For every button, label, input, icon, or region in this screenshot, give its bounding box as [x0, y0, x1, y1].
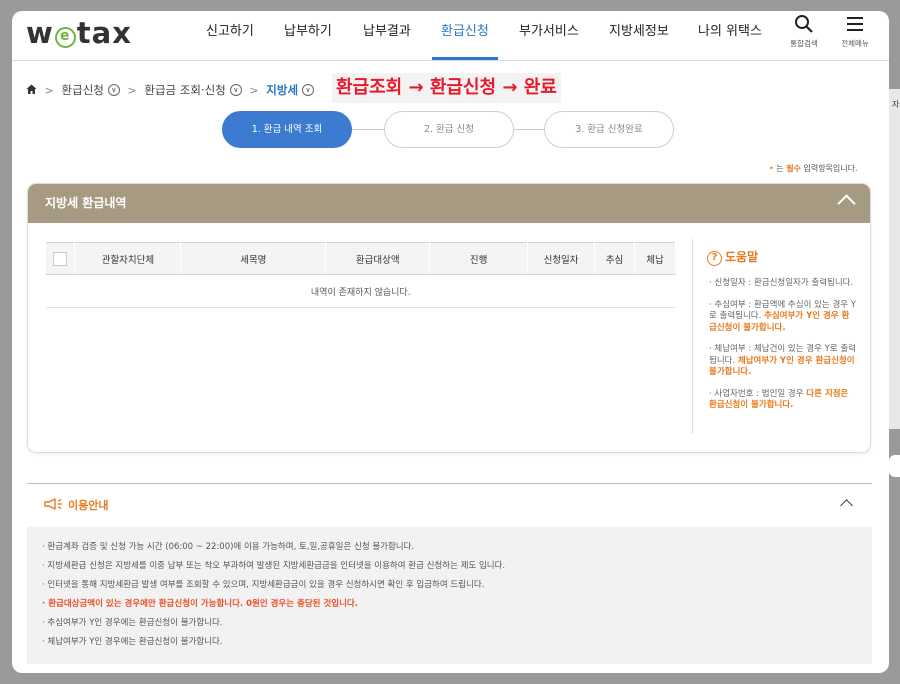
- refund-table: 관할자치단체 세목명 환급대상액 진행 신청일자 추심 체납 내역이 존재하지 …: [46, 242, 677, 308]
- breadcrumb-separator: >: [249, 83, 259, 97]
- question-icon: ?: [707, 251, 722, 266]
- info-item: · 인터넷을 통해 지방세환급 발생 여부를 조회할 수 있으며, 지방세환급금…: [42, 580, 485, 590]
- gnb-item-localtax-info[interactable]: 지방세정보: [609, 20, 669, 39]
- usage-info-box: · 환급계좌 검증 및 신청 가능 시간 (06:00 ~ 22:00)에 이용…: [27, 527, 872, 664]
- info-item-important: · 환급대상금액이 있는 경우에만 환급신청이 가능합니다. 0원인 경우는 충…: [42, 599, 358, 609]
- panel-title: 지방세 환급내역: [45, 196, 127, 210]
- gnb-item-report[interactable]: 신고하기: [206, 20, 254, 39]
- col-refund-amount: 환급대상액: [325, 242, 431, 275]
- info-item: · 추심여부가 Y인 경우에는 환급신청이 불가합니다.: [42, 618, 223, 628]
- chevron-up-icon[interactable]: [837, 194, 856, 213]
- col-progress: 진행: [429, 242, 529, 275]
- col-collection: 추심: [594, 242, 635, 275]
- info-item: · 체납여부가 Y인 경우에는 환급신청이 불가합니다.: [42, 637, 223, 647]
- chevron-down-icon[interactable]: ∨: [229, 84, 242, 96]
- chevron-down-icon[interactable]: ∨: [302, 84, 315, 96]
- required-note: • 는 필수 입력항목입니다.: [769, 164, 858, 173]
- step-2-apply: 2. 환급 신청: [384, 111, 514, 148]
- info-item: · 환급계좌 검증 및 신청 가능 시간 (06:00 ~ 22:00)에 이용…: [42, 542, 415, 552]
- select-all-checkbox[interactable]: [53, 251, 68, 266]
- hamburger-icon: [847, 17, 863, 31]
- breadcrumb-item-localtax[interactable]: 지방세: [266, 83, 298, 97]
- gnb-item-extra[interactable]: 부가서비스: [519, 20, 579, 39]
- breadcrumb-separator: >: [127, 83, 137, 97]
- chevron-up-icon[interactable]: [840, 499, 853, 512]
- breadcrumb: > 환급신청 ∨ > 환급금 조회·신청 ∨ > 지방세 ∨: [26, 82, 315, 100]
- divider: [27, 483, 872, 484]
- page-frame: w e tax 신고하기 납부하기 납부결과 환급신청 부가서비스 지방세정보 나의…: [12, 11, 889, 673]
- col-jurisdiction: 관할자치단체: [74, 242, 182, 275]
- site-header: w e tax 신고하기 납부하기 납부결과 환급신청 부가서비스 지방세정보 나의…: [12, 11, 889, 61]
- select-all-cell: [46, 242, 76, 275]
- usage-info-header[interactable]: 이용안내: [44, 497, 108, 513]
- panel-header[interactable]: 지방세 환급내역: [28, 184, 870, 223]
- help-item: · 사업자번호 : 법인일 경우 다른 지점은 환급신청이 불가합니다.: [709, 388, 849, 411]
- megaphone-icon: [44, 498, 66, 512]
- breadcrumb-item-refund[interactable]: 환급신청: [62, 83, 104, 97]
- help-item: · 체납여부 : 체납건이 있는 경우 Y로 출력됩니다. 체납여부가 Y인 경…: [709, 344, 856, 377]
- active-menu-underline: [432, 57, 498, 60]
- info-item: · 지방세환급 신청은 지방세를 이중 납부 또는 착오 부과하여 발생된 지방…: [42, 561, 506, 571]
- home-icon[interactable]: [26, 83, 41, 97]
- col-tax-item: 세목명: [180, 242, 327, 275]
- refund-history-panel: 지방세 환급내역 관할자치단체 세목명 환급대상액 진행 신청일자 추심 체납 …: [27, 183, 871, 453]
- gnb-item-payresult[interactable]: 납부결과: [363, 20, 411, 39]
- allmenu-label: 전체메뉴: [841, 39, 869, 48]
- usage-info-title: 이용안내: [68, 499, 109, 512]
- breadcrumb-item-refund-inquiry[interactable]: 환급금 조회·신청: [144, 83, 225, 97]
- step-3-complete: 3. 환급 신청완료: [544, 111, 674, 148]
- col-arrears: 체납: [634, 242, 677, 275]
- help-item: · 추심여부 : 환급액에 추심이 있는 경우 Y로 출력됩니다. 추심여부가 …: [709, 299, 856, 333]
- step-1-inquiry: 1. 환급 내역 조회: [222, 111, 352, 148]
- help-title: ? 도움말: [707, 248, 857, 266]
- col-apply-date: 신청일자: [527, 242, 596, 275]
- chevron-down-icon[interactable]: ∨: [107, 84, 120, 96]
- gnb-item-refund[interactable]: 환급신청: [441, 20, 489, 39]
- side-tab[interactable]: 자: [889, 89, 900, 429]
- gnb-item-pay[interactable]: 납부하기: [284, 20, 332, 39]
- table-row: 내역이 존재하지 않습니다.: [46, 274, 676, 308]
- search-label: 통합검색: [790, 39, 818, 48]
- side-tab-2[interactable]: [889, 455, 900, 477]
- search-button[interactable]: 통합검색: [782, 14, 826, 49]
- empty-message: 내역이 존재하지 않습니다.: [46, 274, 676, 308]
- help-box: ? 도움말 · 신청일자 : 환급신청일자가 출력됩니다. · 추심여부 : 환급…: [707, 248, 857, 422]
- gnb-item-mywetax[interactable]: 나의 위택스: [698, 20, 762, 39]
- side-tab-label: 자: [892, 100, 900, 109]
- search-icon: [795, 15, 813, 33]
- wetax-logo[interactable]: w e tax: [26, 16, 132, 50]
- divider: [692, 239, 693, 434]
- help-item: · 신청일자 : 환급신청일자가 출력됩니다.: [709, 278, 854, 288]
- allmenu-button[interactable]: 전체메뉴: [833, 14, 877, 49]
- breadcrumb-separator: >: [44, 83, 54, 97]
- flow-annotation: 환급조회 → 환급신청 → 완료: [332, 73, 561, 103]
